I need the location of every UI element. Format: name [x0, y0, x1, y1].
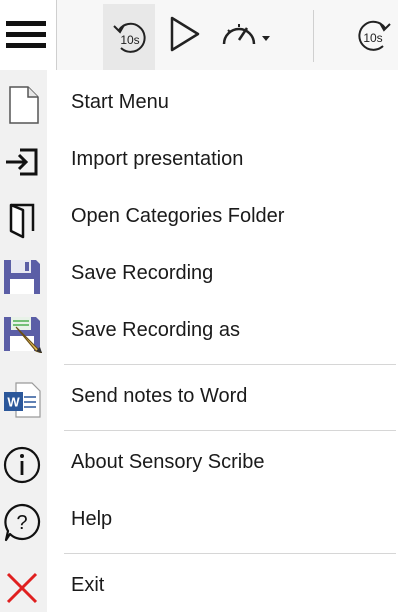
menu-button[interactable]: [0, 0, 57, 70]
menu-item-label: Exit: [71, 574, 105, 596]
menu-item-open-categories-folder[interactable]: Open Categories Folder: [0, 192, 398, 242]
menu-item-start-menu[interactable]: Start Menu: [0, 78, 398, 128]
help-icon: ?: [4, 503, 41, 542]
menu-item-label: Start Menu: [71, 91, 169, 113]
menu-item-label: Send notes to Word: [71, 385, 248, 407]
svg-text:W: W: [7, 395, 20, 410]
menu-item-help[interactable]: ? Help: [0, 495, 398, 545]
import-icon: [6, 148, 38, 176]
forward-label: 10s: [363, 31, 382, 45]
toolbar-divider: [313, 10, 314, 62]
caret-down-icon: [262, 36, 270, 41]
menu-separator: [64, 364, 396, 365]
menu-item-label: Save Recording: [71, 262, 214, 284]
word-icon: W: [4, 382, 41, 418]
rewind-label: 10s: [120, 33, 139, 47]
speedometer-icon: [222, 24, 270, 45]
menu-item-about[interactable]: About Sensory Scribe: [0, 438, 398, 488]
floppy-disk-pencil-icon: [4, 317, 42, 353]
menu-item-exit[interactable]: Exit: [0, 561, 398, 611]
menu-item-save-recording[interactable]: Save Recording: [0, 249, 398, 299]
menu-item-send-notes-to-word[interactable]: W Send notes to Word: [0, 372, 398, 422]
main-menu: Start Menu Import presentation Open Cate…: [0, 70, 398, 612]
rewind-10s-button[interactable]: 10s: [103, 4, 155, 70]
close-icon: [6, 572, 38, 604]
menu-item-label: Import presentation: [71, 148, 244, 170]
play-icon: [170, 16, 200, 52]
menu-separator: [64, 553, 396, 554]
floppy-disk-icon: [4, 260, 40, 294]
play-button[interactable]: [168, 14, 202, 59]
info-icon: [3, 446, 41, 484]
menu-item-label: Save Recording as: [71, 319, 240, 341]
svg-text:?: ?: [16, 512, 27, 534]
menu-item-save-recording-as[interactable]: Save Recording as: [0, 306, 398, 356]
rewind-10s-icon: 10s: [113, 22, 146, 53]
document-icon: [9, 86, 39, 124]
menu-item-import-presentation[interactable]: Import presentation: [0, 135, 398, 185]
menu-separator: [64, 430, 396, 431]
playback-speed-button[interactable]: [218, 14, 274, 59]
menu-item-label: About Sensory Scribe: [71, 451, 265, 473]
forward-10s-icon: 10s: [358, 20, 391, 51]
hamburger-menu-icon: [6, 21, 46, 48]
forward-10s-button[interactable]: 10s: [353, 14, 398, 63]
folder-icon: [9, 203, 35, 239]
menu-item-label: Open Categories Folder: [71, 205, 285, 227]
menu-item-label: Help: [71, 508, 113, 530]
toolbar: 10s 10s: [0, 0, 398, 70]
